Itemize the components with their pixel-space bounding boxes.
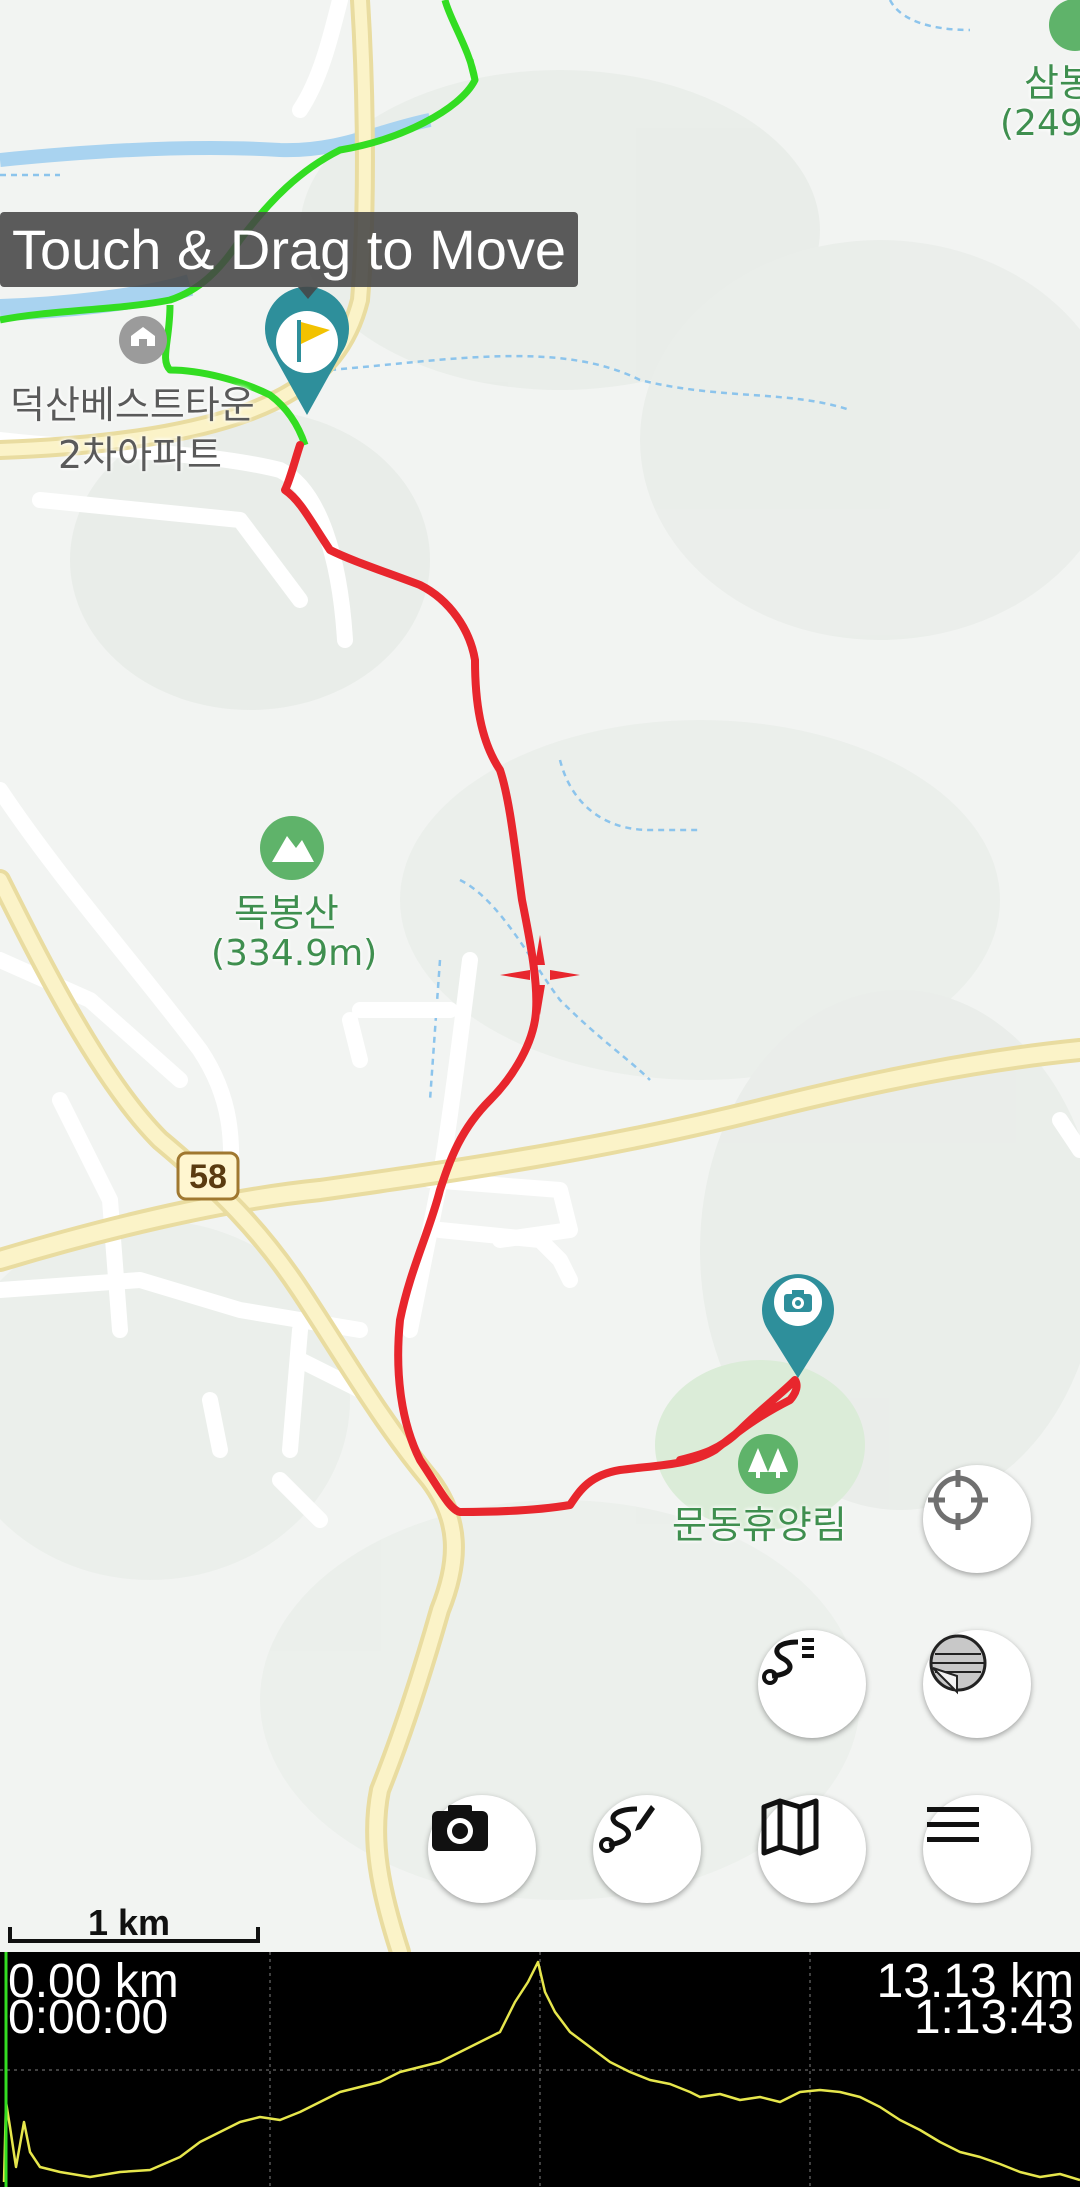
- crosshair-icon: [928, 1470, 988, 1530]
- corner-mountain-icon: [1049, 0, 1080, 51]
- map-icon: [761, 1798, 819, 1856]
- apartment-poi-icon: [119, 316, 167, 364]
- profile-start-time: 0:00:00: [8, 1991, 169, 2044]
- route-edit-icon: [599, 1805, 655, 1853]
- route-edit-button[interactable]: [593, 1795, 701, 1903]
- layer-button[interactable]: [923, 1630, 1031, 1738]
- map-button[interactable]: [758, 1795, 866, 1903]
- road-shield-58: 58: [176, 1151, 240, 1201]
- menu-icon: [927, 1807, 979, 1842]
- apartment-label-line1: 덕산베스트타운: [10, 383, 255, 427]
- mountain-height-label: (334.9m): [211, 933, 378, 974]
- scale-label: 1 km: [88, 1902, 171, 1943]
- camera-icon: [432, 1805, 488, 1851]
- forest-poi-icon: [738, 1434, 798, 1494]
- mountain-name-label: 독봉산: [234, 891, 339, 935]
- scale-tick-left: [8, 1927, 12, 1943]
- layer-icon: [929, 1634, 987, 1695]
- drag-hint-tooltip: Touch & Drag to Move: [0, 212, 579, 287]
- svg-text:58: 58: [189, 1158, 227, 1196]
- map-view[interactable]: 58 덕산베스트타운 2차아파트 독봉산 (334.9m) 문동휴양림 삼봉 (…: [0, 0, 1080, 1952]
- track-list-button[interactable]: [758, 1630, 866, 1738]
- profile-end-time: 1:13:43: [913, 1991, 1074, 2044]
- camera-button[interactable]: [428, 1795, 536, 1903]
- corner-mountain-height: (249: [1000, 103, 1080, 144]
- forest-label: 문동휴양림: [672, 1503, 847, 1547]
- apartment-label-line2: 2차아파트: [58, 433, 223, 477]
- map-canvas[interactable]: 58: [0, 0, 1080, 1952]
- drag-hint-tooltip-tail: [298, 287, 318, 299]
- corner-mountain-name: 삼봉: [1024, 61, 1080, 105]
- locate-button[interactable]: [923, 1465, 1031, 1573]
- track-list-icon: [762, 1638, 814, 1685]
- mountain-poi-icon: [260, 816, 324, 880]
- menu-button[interactable]: [923, 1795, 1031, 1903]
- scale-tick-right: [256, 1927, 260, 1943]
- scale-bar: [8, 1939, 260, 1943]
- elevation-profile[interactable]: 0.00 km 0:00:00 13.13 km 1:13:43: [0, 1952, 1080, 2187]
